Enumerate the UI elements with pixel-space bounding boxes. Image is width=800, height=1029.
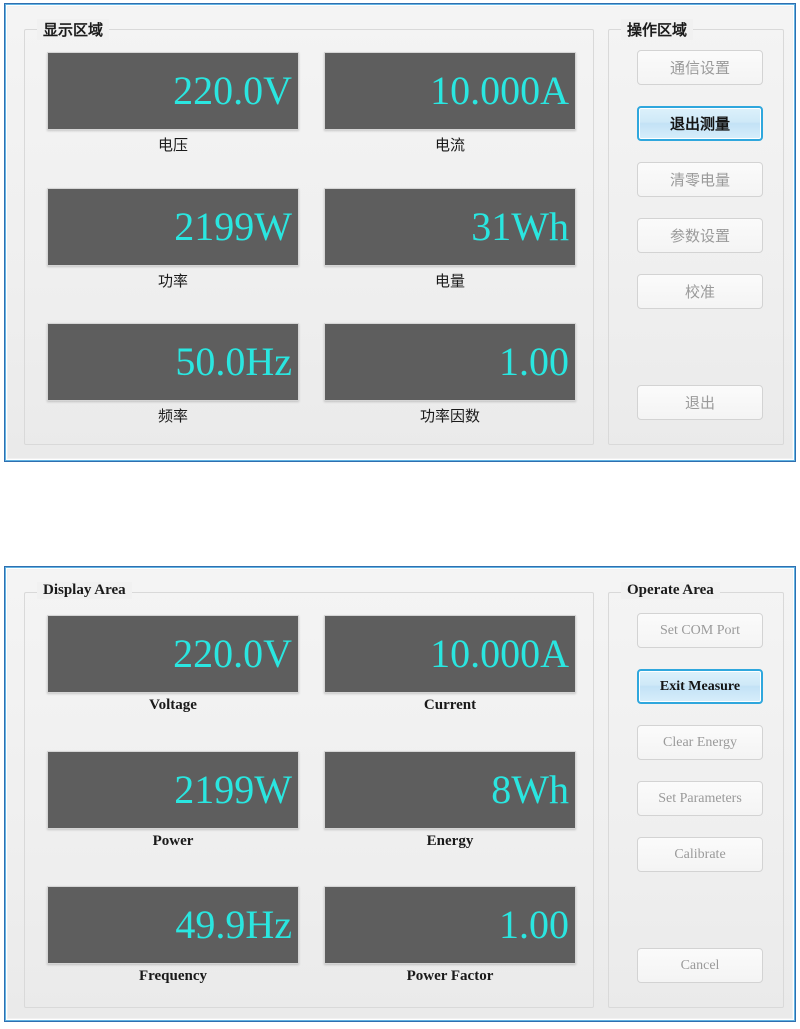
meter-screen-frequency-cn: 50.0Hz bbox=[47, 323, 299, 401]
meter-label-frequency-en: Frequency bbox=[138, 968, 208, 984]
set-parameters-button-cn[interactable]: 参数设置 bbox=[637, 218, 763, 253]
meter-screen-power-cn: 2199W bbox=[47, 188, 299, 266]
set-com-port-button-cn[interactable]: 通信设置 bbox=[637, 50, 763, 85]
meter-screen-voltage-en: 220.0V bbox=[47, 615, 299, 693]
meter-value-power-en: 2199W bbox=[174, 767, 292, 812]
meter-label-current-en: Current bbox=[423, 697, 477, 713]
meter-value-voltage-en: 220.0V bbox=[173, 631, 292, 676]
display-area-title-english: Display Area bbox=[37, 582, 132, 599]
calibrate-button-cn[interactable]: 校准 bbox=[637, 274, 763, 309]
meter-value-power-factor-en: 1.00 bbox=[499, 902, 569, 947]
operate-area-group-chinese: 操作区域 通信设置 退出测量 清零电量 参数设置 校准 退出 bbox=[608, 19, 784, 445]
meter-label-power-cn: 功率 bbox=[157, 272, 188, 290]
meter-screen-voltage-cn: 220.0V bbox=[47, 52, 299, 130]
operate-area-title-english: Operate Area bbox=[621, 582, 720, 599]
meter-label-frequency-cn: 频率 bbox=[157, 407, 188, 425]
meter-label-energy-cn: 电量 bbox=[434, 272, 465, 290]
meter-value-current-en: 10.000A bbox=[430, 631, 569, 676]
meter-window-english: Display Area 220.0V Voltage 10.000A Curr… bbox=[4, 566, 796, 1022]
window-inner-chinese: 显示区域 220.0V 电压 10.000A 电流 2199W 功率 31Wh … bbox=[8, 7, 792, 458]
meter-window-chinese: 显示区域 220.0V 电压 10.000A 电流 2199W 功率 31Wh … bbox=[4, 3, 796, 462]
display-area-group-chinese: 显示区域 220.0V 电压 10.000A 电流 2199W 功率 31Wh … bbox=[24, 19, 594, 445]
meter-value-energy-cn: 31Wh bbox=[471, 204, 569, 249]
calibrate-button-en[interactable]: Calibrate bbox=[637, 837, 763, 872]
set-parameters-button-en[interactable]: Set Parameters bbox=[637, 781, 763, 816]
meter-label-energy-en: Energy bbox=[426, 833, 474, 849]
meter-screen-current-en: 10.000A bbox=[324, 615, 576, 693]
meter-value-current-cn: 10.000A bbox=[430, 68, 569, 113]
cancel-button-en[interactable]: Cancel bbox=[637, 948, 763, 983]
meter-value-frequency-cn: 50.0Hz bbox=[175, 339, 292, 384]
cancel-button-cn[interactable]: 退出 bbox=[637, 385, 763, 420]
meter-screen-energy-cn: 31Wh bbox=[324, 188, 576, 266]
meter-screen-energy-en: 8Wh bbox=[324, 751, 576, 829]
operate-area-group-english: Operate Area Set COM Port Exit Measure C… bbox=[608, 582, 784, 1008]
clear-energy-button-cn[interactable]: 清零电量 bbox=[637, 162, 763, 197]
set-com-port-button-en[interactable]: Set COM Port bbox=[637, 613, 763, 648]
meter-value-frequency-en: 49.9Hz bbox=[175, 902, 292, 947]
meter-label-voltage-en: Voltage bbox=[149, 697, 197, 713]
meter-label-current-cn: 电流 bbox=[434, 136, 465, 154]
meter-label-voltage-cn: 电压 bbox=[157, 136, 188, 154]
meter-screen-power-en: 2199W bbox=[47, 751, 299, 829]
meter-label-power-factor-cn: 功率因数 bbox=[419, 407, 480, 425]
operate-area-title-chinese: 操作区域 bbox=[621, 19, 694, 40]
meter-label-power-factor-en: Power Factor bbox=[406, 968, 494, 984]
window-inner-english: Display Area 220.0V Voltage 10.000A Curr… bbox=[8, 570, 792, 1018]
screenshot-stage: 显示区域 220.0V 电压 10.000A 电流 2199W 功率 31Wh … bbox=[0, 0, 800, 1029]
display-area-title-chinese: 显示区域 bbox=[37, 19, 110, 40]
meter-screen-power-factor-en: 1.00 bbox=[324, 886, 576, 964]
clear-energy-button-en[interactable]: Clear Energy bbox=[637, 725, 763, 760]
meter-value-power-cn: 2199W bbox=[174, 204, 292, 249]
meter-value-power-factor-cn: 1.00 bbox=[499, 339, 569, 384]
meter-label-power-en: Power bbox=[152, 833, 194, 849]
meter-value-energy-en: 8Wh bbox=[491, 767, 569, 812]
exit-measure-button-en[interactable]: Exit Measure bbox=[637, 669, 763, 704]
display-area-group-english: Display Area 220.0V Voltage 10.000A Curr… bbox=[24, 582, 594, 1008]
meter-screen-frequency-en: 49.9Hz bbox=[47, 886, 299, 964]
exit-measure-button-cn[interactable]: 退出测量 bbox=[637, 106, 763, 141]
meter-screen-current-cn: 10.000A bbox=[324, 52, 576, 130]
meter-value-voltage-cn: 220.0V bbox=[173, 68, 292, 113]
meter-screen-power-factor-cn: 1.00 bbox=[324, 323, 576, 401]
